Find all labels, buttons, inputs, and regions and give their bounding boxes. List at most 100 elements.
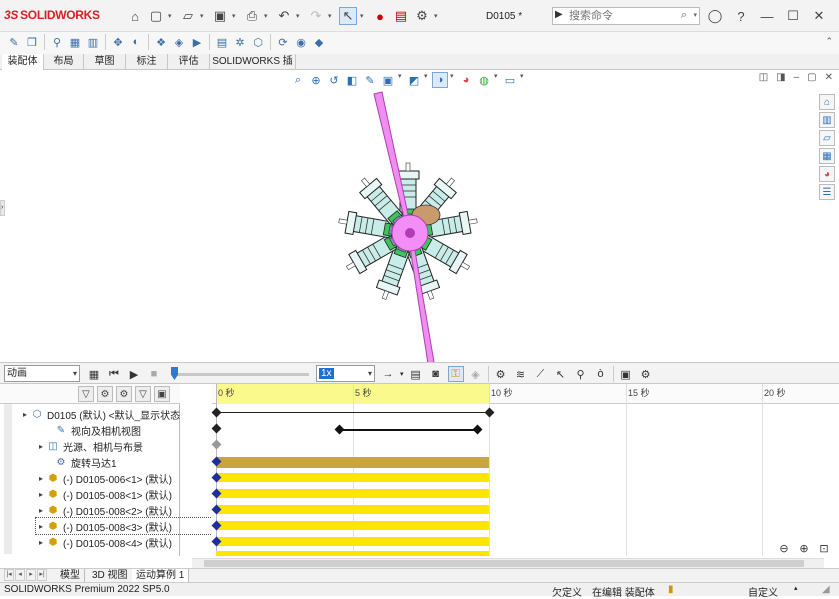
- panel-expand-handle[interactable]: ›: [0, 200, 5, 216]
- zoom-out-icon[interactable]: ⊖: [776, 540, 792, 556]
- part-track[interactable]: [216, 537, 489, 546]
- instant3d-icon[interactable]: ⬡: [250, 34, 266, 50]
- part-track[interactable]: [216, 505, 489, 514]
- filter-driving-icon[interactable]: ⚙: [97, 386, 113, 402]
- edit-component-icon[interactable]: ✎: [6, 34, 22, 50]
- playback-slider-track[interactable]: [174, 373, 309, 376]
- display-style-icon[interactable]: ◩: [406, 72, 422, 88]
- appearances-icon[interactable]: ◕: [819, 166, 835, 182]
- tree-item[interactable]: ⚙ 旋转马达1: [44, 454, 220, 470]
- part-track[interactable]: [216, 521, 489, 530]
- large-assembly-icon[interactable]: ◆: [311, 34, 327, 50]
- view-orientation-icon[interactable]: ▣: [380, 72, 396, 88]
- playback-mode-icon[interactable]: →: [380, 366, 396, 382]
- new-document-icon[interactable]: ▢: [147, 7, 165, 25]
- expand-arrow-icon[interactable]: ▸: [36, 442, 46, 451]
- previous-view-icon[interactable]: ↺: [326, 72, 342, 88]
- viewport-close-icon[interactable]: ✕: [825, 72, 833, 83]
- tree-item[interactable]: ▸ ⬢ (-) D0105-008<3> (默认): [35, 517, 213, 535]
- study-type-select[interactable]: 动画 ▾: [4, 365, 80, 382]
- select-arrow-icon[interactable]: ↖: [339, 7, 357, 25]
- expand-arrow-icon[interactable]: ▸: [36, 538, 46, 547]
- zoom-to-fit-icon[interactable]: ⌕: [290, 72, 306, 88]
- search-icon[interactable]: ⌕: [681, 9, 687, 22]
- timeline-horizontal-scrollbar[interactable]: [192, 558, 824, 568]
- help-icon[interactable]: ?: [732, 7, 750, 25]
- motor-icon[interactable]: ⚙: [493, 366, 509, 382]
- custom-properties-icon[interactable]: ☰: [819, 184, 835, 200]
- motion-timeline[interactable]: 0 秒 5 秒 10 秒 15 秒 20 秒: [211, 384, 839, 556]
- print-icon[interactable]: ⎙: [243, 7, 261, 25]
- expand-arrow-icon[interactable]: ▸: [36, 506, 46, 515]
- command-search[interactable]: ▶ ⌕ ▾: [552, 7, 700, 25]
- graphics-area[interactable]: ⌕ ⊕ ↺ ◧ ✎ ▣ ▾ ◩ ▾ ◑ ▾ ◕ ◍ ▾ ▭ ▾ ◫ ◨ – ▢ ✕ ⌂ ▥…: [0, 70, 839, 365]
- first-tab-icon[interactable]: |◂: [4, 569, 14, 581]
- search-dropdown-icon[interactable]: ▾: [693, 11, 697, 19]
- units-custom[interactable]: 自定义: [748, 584, 778, 599]
- solidworks-resources-icon[interactable]: ⌂: [819, 94, 835, 110]
- expand-arrow-icon[interactable]: ▸: [20, 410, 30, 419]
- filter-settings-icon[interactable]: ▣: [154, 386, 170, 402]
- last-tab-icon[interactable]: ▸|: [37, 569, 47, 581]
- timeline-ruler[interactable]: 0 秒 5 秒 10 秒 15 秒 20 秒: [212, 384, 839, 404]
- tab-solidworks-addins[interactable]: SOLIDWORKS 插件: [210, 54, 296, 82]
- resize-grip-icon[interactable]: ◢: [822, 584, 830, 595]
- apply-scene-icon[interactable]: ◍: [476, 72, 492, 88]
- save-dropdown-icon[interactable]: ▾: [232, 12, 240, 20]
- file-explorer-icon[interactable]: ▱: [819, 130, 835, 146]
- move-component-icon[interactable]: ✥: [110, 34, 126, 50]
- motor-track[interactable]: [216, 457, 489, 468]
- view-settings-monitor-icon[interactable]: ▭: [502, 72, 518, 88]
- design-library-icon[interactable]: ▥: [819, 112, 835, 128]
- user-account-icon[interactable]: ◯: [706, 7, 724, 25]
- contact-icon[interactable]: ⚲: [573, 366, 589, 382]
- autokey-icon[interactable]: ⚿: [447, 366, 464, 382]
- part-track[interactable]: [216, 489, 489, 498]
- show-hidden-icon[interactable]: ◐: [128, 34, 144, 50]
- playback-speed-select[interactable]: 1x ▾: [316, 365, 375, 382]
- filter-animated-icon[interactable]: ▽: [78, 386, 94, 402]
- tab-markup[interactable]: 标注: [126, 54, 168, 70]
- tab-model[interactable]: 模型: [56, 569, 85, 583]
- section-view-icon[interactable]: ◧: [344, 72, 360, 88]
- key-point[interactable]: [211, 407, 222, 418]
- hide-show-items-icon[interactable]: ◑: [432, 72, 448, 88]
- tree-item[interactable]: ▸ ⬢ (-) D0105-008<4> (默认): [36, 534, 212, 550]
- home-icon[interactable]: ⌂: [126, 7, 144, 25]
- edit-appearance-icon[interactable]: ◕: [458, 72, 474, 88]
- save-animation-icon[interactable]: ▤: [408, 366, 424, 382]
- tree-item[interactable]: ▸ ⬢ (-) D0105-008<2> (默认): [36, 502, 212, 518]
- part-track[interactable]: [216, 473, 489, 482]
- take-snapshot-icon[interactable]: ◉: [293, 34, 309, 50]
- key-point[interactable]: [484, 407, 495, 418]
- spring-icon[interactable]: ≋: [513, 366, 529, 382]
- linear-pattern-icon[interactable]: ▦: [67, 34, 83, 50]
- undo-icon[interactable]: ↶: [275, 7, 293, 25]
- zoom-in-icon[interactable]: ⊕: [796, 540, 812, 556]
- collapse-ribbon-icon[interactable]: ⌃: [825, 36, 833, 47]
- tab-motion-study-1[interactable]: 运动算例 1: [132, 569, 190, 583]
- force-icon[interactable]: ↖: [553, 366, 569, 382]
- filter-selected-icon[interactable]: ⚙: [116, 386, 132, 402]
- results-plots-icon[interactable]: ▣: [618, 366, 634, 382]
- print-dropdown-icon[interactable]: ▾: [264, 12, 272, 20]
- insert-component-icon[interactable]: ❒: [24, 34, 40, 50]
- zoom-to-fit-icon[interactable]: ⊡: [816, 540, 832, 556]
- tree-item[interactable]: ▸ ◫ 光源、相机与布景: [36, 438, 212, 454]
- new-dropdown-icon[interactable]: ▾: [168, 12, 176, 20]
- redo-dropdown-icon[interactable]: ▾: [328, 12, 336, 20]
- viewport-restore-icon[interactable]: ◫: [759, 72, 768, 83]
- options-gear-icon[interactable]: ⚙: [413, 7, 431, 25]
- rebuild-traffic-light-icon[interactable]: ●: [371, 7, 389, 25]
- mate-icon[interactable]: ⚲: [49, 34, 65, 50]
- rebuild-status-icon[interactable]: ▮: [668, 584, 674, 595]
- tree-item[interactable]: ✎ 视向及相机视图: [44, 422, 220, 438]
- gravity-icon[interactable]: ò: [593, 366, 609, 382]
- reference-geometry-icon[interactable]: ◈: [171, 34, 187, 50]
- tab-layout[interactable]: 布局: [44, 54, 84, 70]
- play-from-start-icon[interactable]: ⏮: [106, 366, 122, 382]
- expand-arrow-icon[interactable]: ▸: [36, 522, 46, 531]
- smart-fasteners-icon[interactable]: ▥: [85, 34, 101, 50]
- prev-tab-icon[interactable]: ◂: [15, 569, 25, 581]
- part-track[interactable]: [216, 551, 489, 556]
